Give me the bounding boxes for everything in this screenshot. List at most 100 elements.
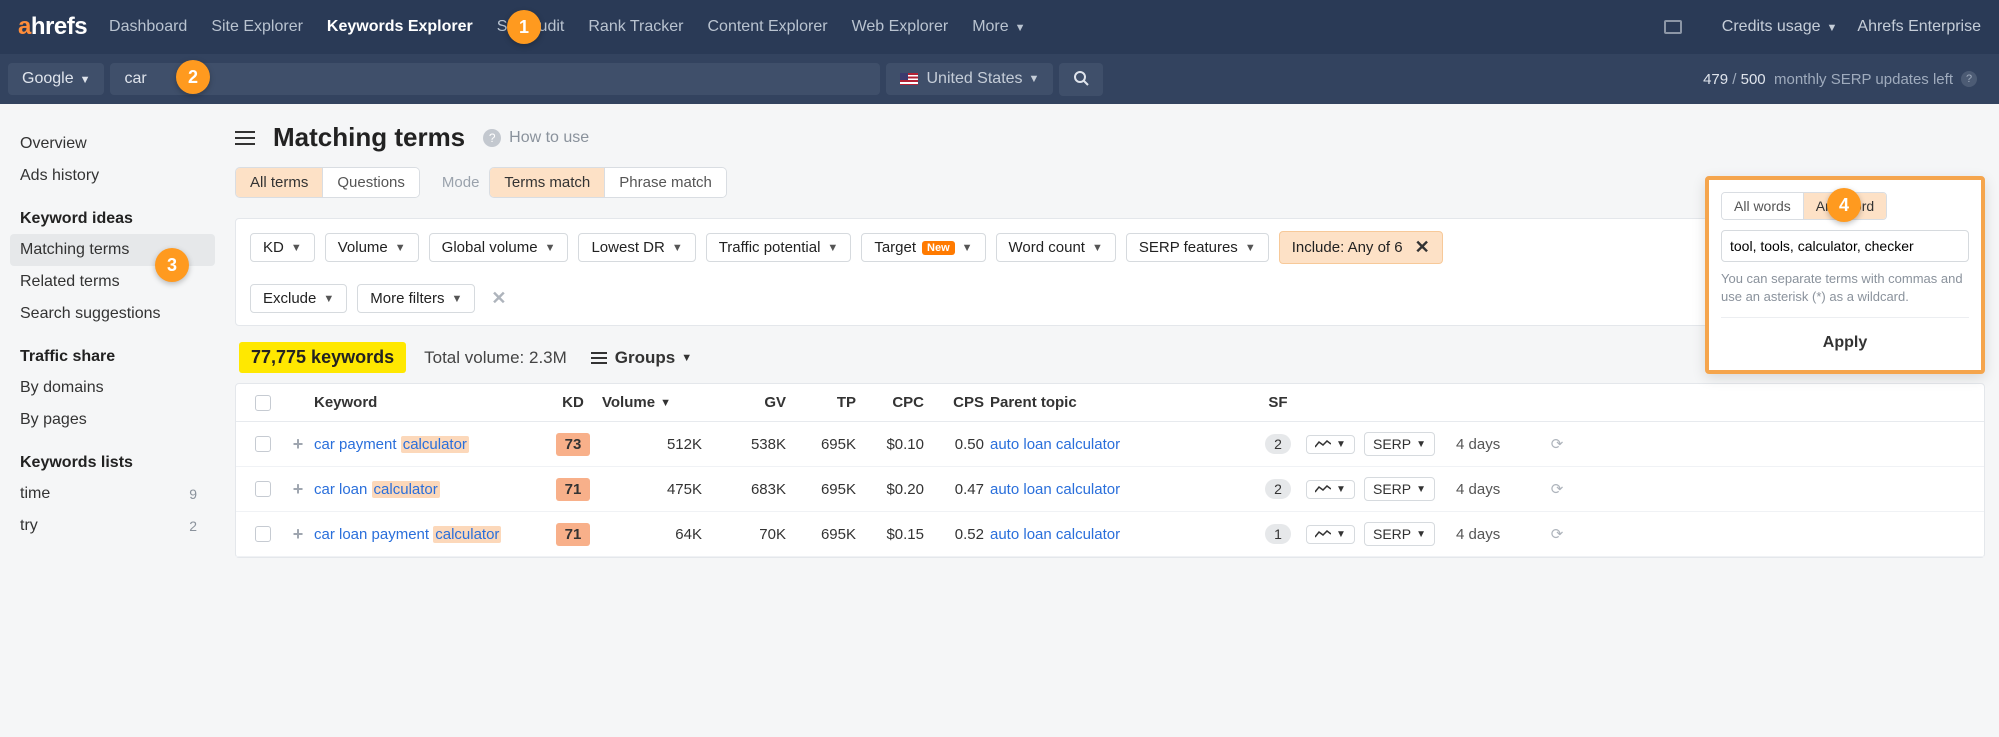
cpc-cell: $0.15 <box>862 526 930 543</box>
apply-button[interactable]: Apply <box>1721 328 1969 358</box>
chevron-down-icon: ▼ <box>80 74 91 86</box>
cps-cell: 0.47 <box>930 481 990 498</box>
col-gv[interactable]: GV <box>712 394 792 411</box>
nav-dashboard[interactable]: Dashboard <box>109 18 187 36</box>
chevron-down-icon: ▼ <box>672 242 683 254</box>
nav-web-explorer[interactable]: Web Explorer <box>852 18 949 36</box>
nav-more[interactable]: More▼ <box>972 18 1025 36</box>
expand-icon[interactable]: + <box>282 479 314 500</box>
close-icon[interactable]: ✕ <box>1415 237 1430 258</box>
groups-icon <box>591 352 607 364</box>
filter-kd[interactable]: KD▼ <box>250 233 315 262</box>
row-checkbox[interactable] <box>255 481 271 497</box>
filter-traffic-potential[interactable]: Traffic potential▼ <box>706 233 852 262</box>
chevron-down-icon: ▼ <box>545 242 556 254</box>
sf-badge[interactable]: 2 <box>1265 479 1291 499</box>
cps-cell: 0.52 <box>930 526 990 543</box>
toggle-all-terms[interactable]: All terms <box>236 168 323 197</box>
expand-icon[interactable]: + <box>282 434 314 455</box>
col-volume[interactable]: Volume▼ <box>602 394 712 411</box>
filter-lowest-dr[interactable]: Lowest DR▼ <box>578 233 695 262</box>
trend-menu[interactable]: ▼ <box>1306 435 1355 454</box>
new-badge: New <box>922 241 955 255</box>
sidebar-list-time[interactable]: time9 <box>10 478 215 510</box>
menu-toggle-icon[interactable] <box>235 131 255 145</box>
sidebar-by-domains[interactable]: By domains <box>10 372 215 404</box>
parent-topic-link[interactable]: auto loan calculator <box>990 481 1250 498</box>
top-nav: ahrefs Dashboard Site Explorer Keywords … <box>0 0 1999 54</box>
select-all-checkbox[interactable] <box>255 395 271 411</box>
col-kd[interactable]: KD <box>544 394 602 411</box>
sidebar-by-pages[interactable]: By pages <box>10 404 215 436</box>
serp-quota: 479 / 500 monthly SERP updates left ? <box>1703 71 1991 88</box>
trend-menu[interactable]: ▼ <box>1306 480 1355 499</box>
row-checkbox[interactable] <box>255 526 271 542</box>
refresh-icon[interactable]: ⟳ <box>1542 525 1572 543</box>
nav-content-explorer[interactable]: Content Explorer <box>708 18 828 36</box>
sidebar-ads-history[interactable]: Ads history <box>10 160 215 192</box>
content: Matching terms ?How to use All terms Que… <box>215 104 1999 558</box>
plan-name[interactable]: Ahrefs Enterprise <box>1857 18 1981 36</box>
sidebar-search-suggestions[interactable]: Search suggestions <box>10 298 215 330</box>
table-row: + car loan calculator 71 475K 683K 695K … <box>236 467 1984 512</box>
col-cps[interactable]: CPS <box>930 394 990 411</box>
expand-icon[interactable]: + <box>282 524 314 545</box>
trend-menu[interactable]: ▼ <box>1306 525 1355 544</box>
search-button[interactable] <box>1059 63 1103 96</box>
parent-topic-link[interactable]: auto loan calculator <box>990 436 1250 453</box>
serp-button[interactable]: SERP▼ <box>1364 432 1435 456</box>
keyword-input[interactable] <box>110 63 880 95</box>
keyword-link[interactable]: car loan payment calculator <box>314 526 544 543</box>
filter-target[interactable]: TargetNew▼ <box>861 233 985 262</box>
nav-rank-tracker[interactable]: Rank Tracker <box>588 18 683 36</box>
filter-serp-features[interactable]: SERP features▼ <box>1126 233 1269 262</box>
filter-volume[interactable]: Volume▼ <box>325 233 419 262</box>
row-checkbox[interactable] <box>255 436 271 452</box>
include-all-words[interactable]: All words <box>1722 193 1804 219</box>
filter-global-volume[interactable]: Global volume▼ <box>429 233 569 262</box>
col-parent[interactable]: Parent topic <box>990 394 1250 411</box>
credits-usage[interactable]: Credits usage▼ <box>1722 18 1838 36</box>
search-engine-select[interactable]: Google▼ <box>8 63 104 95</box>
serp-button[interactable]: SERP▼ <box>1364 522 1435 546</box>
chevron-down-icon: ▼ <box>323 293 334 305</box>
match-toggle: Terms match Phrase match <box>489 167 726 198</box>
step-badge-2: 2 <box>176 60 210 94</box>
sidebar-list-try[interactable]: try2 <box>10 510 215 542</box>
filter-word-count[interactable]: Word count▼ <box>996 233 1116 262</box>
toggle-questions[interactable]: Questions <box>323 168 419 197</box>
toggle-phrase-match[interactable]: Phrase match <box>605 168 726 197</box>
nav-keywords-explorer[interactable]: Keywords Explorer <box>327 18 473 36</box>
country-select[interactable]: United States ▼ <box>886 63 1053 95</box>
col-sf[interactable]: SF <box>1250 394 1306 411</box>
serp-button[interactable]: SERP▼ <box>1364 477 1435 501</box>
nav-site-explorer[interactable]: Site Explorer <box>211 18 303 36</box>
sidebar-overview[interactable]: Overview <box>10 128 215 160</box>
how-to-use[interactable]: ?How to use <box>483 129 589 147</box>
col-keyword[interactable]: Keyword <box>314 394 544 411</box>
clear-filters-icon[interactable]: ✕ <box>491 288 506 309</box>
keyword-link[interactable]: car payment calculator <box>314 436 544 453</box>
groups-dropdown[interactable]: Groups▼ <box>591 348 692 368</box>
refresh-icon[interactable]: ⟳ <box>1542 480 1572 498</box>
chevron-down-icon: ▼ <box>1827 22 1838 34</box>
sf-badge[interactable]: 1 <box>1265 524 1291 544</box>
col-cpc[interactable]: CPC <box>862 394 930 411</box>
sort-desc-icon: ▼ <box>660 397 671 409</box>
help-icon[interactable]: ? <box>1961 71 1977 87</box>
filter-exclude[interactable]: Exclude▼ <box>250 284 347 313</box>
toggle-terms-match[interactable]: Terms match <box>490 168 605 197</box>
help-icon: ? <box>483 129 501 147</box>
terms-toggle: All terms Questions <box>235 167 420 198</box>
include-terms-input[interactable] <box>1721 230 1969 262</box>
filter-include[interactable]: Include: Any of 6✕ <box>1279 231 1443 264</box>
refresh-icon[interactable]: ⟳ <box>1542 435 1572 453</box>
keyword-link[interactable]: car loan calculator <box>314 481 544 498</box>
col-tp[interactable]: TP <box>792 394 862 411</box>
include-mode-toggle: All words Any word <box>1721 192 1887 220</box>
filter-more[interactable]: More filters▼ <box>357 284 475 313</box>
logo[interactable]: ahrefs <box>18 13 87 41</box>
device-icon[interactable] <box>1664 20 1682 34</box>
sf-badge[interactable]: 2 <box>1265 434 1291 454</box>
parent-topic-link[interactable]: auto loan calculator <box>990 526 1250 543</box>
